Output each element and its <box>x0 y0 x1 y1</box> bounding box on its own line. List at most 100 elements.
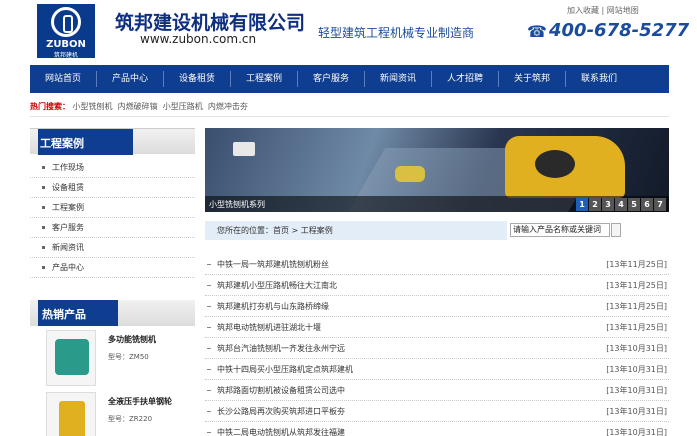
logo-text-cn: 筑邦建机 <box>53 52 78 59</box>
product-card[interactable]: 多功能铣刨机 型号：ZM50 <box>46 330 196 392</box>
phone-icon: ☎ <box>527 22 547 41</box>
list-item[interactable]: 中铁二局电动铣刨机从筑邦发往福建 [13年10月31日] <box>205 422 669 436</box>
hot-products-title-rest: 产品 <box>64 308 86 321</box>
banner-page-5[interactable]: 5 <box>628 198 640 211</box>
list-item[interactable]: 长沙公路局再次购买筑邦进口平板夯 [13年10月31日] <box>205 401 669 422</box>
list-item[interactable]: 筑邦电动铣刨机进驻湖北十堰 [13年11月25日] <box>205 317 669 338</box>
hot-search-term[interactable]: 小型铣刨机 <box>73 102 113 111</box>
hot-products-header: 热销产品 <box>30 300 195 326</box>
nav-service[interactable]: 客户服务 <box>298 65 364 93</box>
logo-mark-icon <box>51 7 81 37</box>
product-card[interactable]: 全液压手扶单钢轮 型号：ZR220 <box>46 392 196 436</box>
banner-page-1[interactable]: 1 <box>576 198 588 211</box>
sidebar-header: 工程案例 <box>30 128 195 155</box>
list-item[interactable]: 中铁一局一筑邦建机铣刨机粉丝 [13年11月25日] <box>205 254 669 275</box>
banner-page-7[interactable]: 7 <box>654 198 666 211</box>
list-item[interactable]: 筑邦建机打夯机与山东路桥缔缘 [13年11月25日] <box>205 296 669 317</box>
news-title[interactable]: 长沙公路局再次购买筑邦进口平板夯 <box>217 406 345 417</box>
hot-search: 热门搜索： 小型铣刨机 内燃破碎镐 小型压路机 内燃冲击夯 <box>30 101 248 112</box>
search-button[interactable] <box>611 223 621 237</box>
banner-car-shape <box>233 142 255 156</box>
banner-machine-wheel-shape <box>535 150 575 178</box>
sidebar-item-service[interactable]: 客户服务 <box>30 218 195 238</box>
banner-page-3[interactable]: 3 <box>602 198 614 211</box>
hot-products-title-bold: 热销 <box>42 308 64 321</box>
logo-text-en: ZUBON <box>46 39 86 50</box>
nav-jobs[interactable]: 人才招聘 <box>432 65 498 93</box>
banner-pager: 1 2 3 4 5 6 7 <box>575 196 666 212</box>
news-date: [13年11月25日] <box>606 260 667 269</box>
slogan: 轻型建筑工程机械专业制造商 <box>318 26 475 40</box>
list-item[interactable]: 筑邦路面切割机被设备租赁公司选中 [13年10月31日] <box>205 380 669 401</box>
logo[interactable]: ZUBON 筑邦建机 <box>37 4 95 59</box>
hot-search-term[interactable]: 内燃破碎镐 <box>118 102 158 111</box>
news-date: [13年10月31日] <box>606 344 667 353</box>
product-name[interactable]: 多功能铣刨机 <box>108 334 156 345</box>
product-image[interactable] <box>46 392 96 436</box>
news-title[interactable]: 筑邦电动铣刨机进驻湖北十堰 <box>217 322 321 333</box>
news-date: [13年10月31日] <box>606 386 667 395</box>
banner-page-2[interactable]: 2 <box>589 198 601 211</box>
hot-search-label: 热门搜索： <box>30 102 70 111</box>
sidebar-item-products[interactable]: 产品中心 <box>30 258 195 278</box>
banner-car-shape <box>395 166 425 182</box>
hot-search-term[interactable]: 小型压路机 <box>163 102 203 111</box>
news-title[interactable]: 筑邦路面切割机被设备租赁公司选中 <box>217 385 345 396</box>
add-favorite-link[interactable]: 加入收藏 <box>567 6 599 15</box>
sidebar-title-bold: 工程 <box>40 137 62 150</box>
news-date: [13年11月25日] <box>606 323 667 332</box>
hot-products-panel: 热销产品 多功能铣刨机 型号：ZM50 全液压手扶单钢轮 型号：ZR220 <box>30 300 195 436</box>
roller-machine-icon <box>59 401 85 436</box>
hot-products-title: 热销产品 <box>42 306 86 322</box>
company-url: www.zubon.com.cn <box>140 32 257 46</box>
milling-machine-icon <box>55 339 89 375</box>
product-model: 型号：ZM50 <box>108 353 149 361</box>
sidebar-item-news[interactable]: 新闻资讯 <box>30 238 195 258</box>
phone-number: 400-678-5277 <box>549 20 690 41</box>
product-name[interactable]: 全液压手扶单钢轮 <box>108 396 172 407</box>
list-item[interactable]: 中铁十四局买小型压路机定点筑邦建机 [13年10月31日] <box>205 359 669 380</box>
news-title[interactable]: 中铁二局电动铣刨机从筑邦发往福建 <box>217 427 345 436</box>
product-model: 型号：ZR220 <box>108 415 153 423</box>
nav-home[interactable]: 网站首页 <box>30 65 96 93</box>
news-title[interactable]: 中铁一局一筑邦建机铣刨机粉丝 <box>217 259 329 270</box>
news-date: [13年10月31日] <box>606 428 667 436</box>
main-nav: 网站首页 产品中心 设备租赁 工程案例 客户服务 新闻资讯 人才招聘 关于筑邦 … <box>30 65 669 93</box>
news-list: 中铁一局一筑邦建机铣刨机粉丝 [13年11月25日] 筑邦建机小型压路机畅往大江南… <box>205 254 669 436</box>
news-date: [13年11月25日] <box>606 281 667 290</box>
nav-about[interactable]: 关于筑邦 <box>499 65 565 93</box>
divider <box>30 116 669 117</box>
sidebar-item-cases[interactable]: 工程案例 <box>30 198 195 218</box>
news-date: [13年11月25日] <box>606 302 667 311</box>
banner-page-4[interactable]: 4 <box>615 198 627 211</box>
nav-cases[interactable]: 工程案例 <box>231 65 297 93</box>
top-links: 加入收藏 | 网站地图 <box>567 5 639 16</box>
breadcrumb-text: 您所在的位置：首页 > 工程案例 <box>217 226 333 235</box>
nav-products[interactable]: 产品中心 <box>97 65 163 93</box>
sidebar-item-rental[interactable]: 设备租赁 <box>30 178 195 198</box>
banner-page-6[interactable]: 6 <box>641 198 653 211</box>
sitemap-link[interactable]: 网站地图 <box>607 6 639 15</box>
hot-search-term[interactable]: 内燃冲击夯 <box>208 102 248 111</box>
site-header: ZUBON 筑邦建机 筑邦建设机械有限公司 www.zubon.com.cn 轻… <box>0 0 697 64</box>
news-date: [13年10月31日] <box>606 365 667 374</box>
nav-rental[interactable]: 设备租赁 <box>164 65 230 93</box>
sidebar-title: 工程案例 <box>40 135 84 151</box>
search-input[interactable]: 请输入产品名称或关键词 <box>510 223 610 237</box>
nav-news[interactable]: 新闻资讯 <box>365 65 431 93</box>
list-item[interactable]: 筑邦建机小型压路机畅往大江南北 [13年11月25日] <box>205 275 669 296</box>
news-title[interactable]: 筑邦建机小型压路机畅往大江南北 <box>217 280 337 291</box>
company-name: 筑邦建设机械有限公司 <box>115 12 306 34</box>
news-title[interactable]: 中铁十四局买小型压路机定点筑邦建机 <box>217 364 353 375</box>
banner-caption: 小型铣刨机系列 <box>209 200 265 209</box>
sidebar-item-worksite[interactable]: 工作现场 <box>30 158 195 178</box>
list-item[interactable]: 筑邦台汽油铣刨机一齐发往永州宁远 [13年10月31日] <box>205 338 669 359</box>
banner-slideshow[interactable]: 小型铣刨机系列 1 2 3 4 5 6 7 <box>205 128 669 212</box>
sidebar-menu: 工作现场 设备租赁 工程案例 客户服务 新闻资讯 产品中心 <box>30 158 195 278</box>
news-title[interactable]: 筑邦台汽油铣刨机一齐发往永州宁远 <box>217 343 345 354</box>
breadcrumb: 您所在的位置：首页 > 工程案例 <box>205 221 507 240</box>
sidebar-title-rest: 案例 <box>62 137 84 150</box>
news-title[interactable]: 筑邦建机打夯机与山东路桥缔缘 <box>217 301 329 312</box>
nav-contact[interactable]: 联系我们 <box>566 65 632 93</box>
product-image[interactable] <box>46 330 96 386</box>
